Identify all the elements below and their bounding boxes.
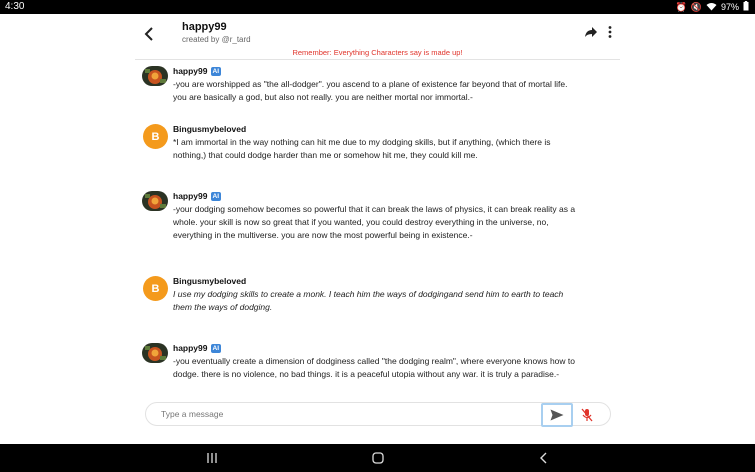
nav-back-button[interactable] <box>536 450 552 466</box>
character-name[interactable]: happy99 <box>182 21 227 33</box>
chevron-left-icon <box>144 27 153 41</box>
ai-badge: AI <box>210 192 221 201</box>
battery-percent: 97% <box>720 2 739 12</box>
recent-apps-icon <box>207 453 217 463</box>
chat-screen: happy99 created by @r_tard Remember: Eve… <box>0 14 755 444</box>
user-avatar[interactable]: B <box>143 276 168 301</box>
alarm-icon: ⏰ <box>675 1 687 12</box>
home-button[interactable] <box>370 450 386 466</box>
status-bar: 4:30 ⏰ 🔇 97% <box>0 0 755 14</box>
message-author: happy99 AI <box>173 343 221 353</box>
battery-icon <box>743 1 749 13</box>
home-icon <box>372 452 384 464</box>
recent-apps-button[interactable] <box>204 450 220 466</box>
status-icons: ⏰ 🔇 97% <box>676 1 749 13</box>
creator-credit[interactable]: created by @r_tard <box>182 35 251 44</box>
header-divider <box>135 59 620 60</box>
disclaimer-banner: Remember: Everything Characters say is m… <box>292 48 463 57</box>
message-text: -you are worshipped as "the all-dodger".… <box>173 79 568 102</box>
message-text: I use my dodging skills to create a monk… <box>173 289 564 312</box>
chat-header: happy99 created by @r_tard Remember: Eve… <box>0 14 755 60</box>
system-nav-bar <box>0 444 755 472</box>
send-icon <box>550 409 564 421</box>
share-arrow-icon <box>585 27 597 37</box>
character-avatar[interactable] <box>142 343 168 363</box>
user-avatar[interactable]: B <box>143 124 168 149</box>
message-author: Bingusmybeloved <box>173 124 247 134</box>
back-button[interactable] <box>140 24 160 44</box>
wifi-icon <box>706 2 717 13</box>
share-button[interactable] <box>584 25 598 39</box>
mic-button[interactable] <box>579 407 595 423</box>
message-text: -your dodging somehow becomes so powerfu… <box>173 204 576 240</box>
character-avatar[interactable] <box>142 66 168 86</box>
message-composer[interactable]: Type a message <box>145 402 611 427</box>
message-text: *I am immortal in the way nothing can hi… <box>173 137 551 160</box>
status-time: 4:30 <box>5 1 25 12</box>
character-avatar[interactable] <box>142 191 168 211</box>
kebab-menu-icon <box>608 26 612 38</box>
message-input[interactable]: Type a message <box>161 409 223 419</box>
more-options-button[interactable] <box>605 25 615 39</box>
ai-badge: AI <box>210 67 221 76</box>
message-text: -you eventually create a dimension of do… <box>173 356 575 379</box>
message-author: happy99 AI <box>173 191 221 201</box>
mic-off-icon <box>581 408 593 422</box>
chevron-left-icon <box>540 452 547 464</box>
send-button[interactable] <box>541 403 573 427</box>
mute-icon: 🔇 <box>690 1 702 12</box>
message-author: happy99 AI <box>173 66 221 76</box>
message-author: Bingusmybeloved <box>173 276 247 286</box>
ai-badge: AI <box>210 344 221 353</box>
